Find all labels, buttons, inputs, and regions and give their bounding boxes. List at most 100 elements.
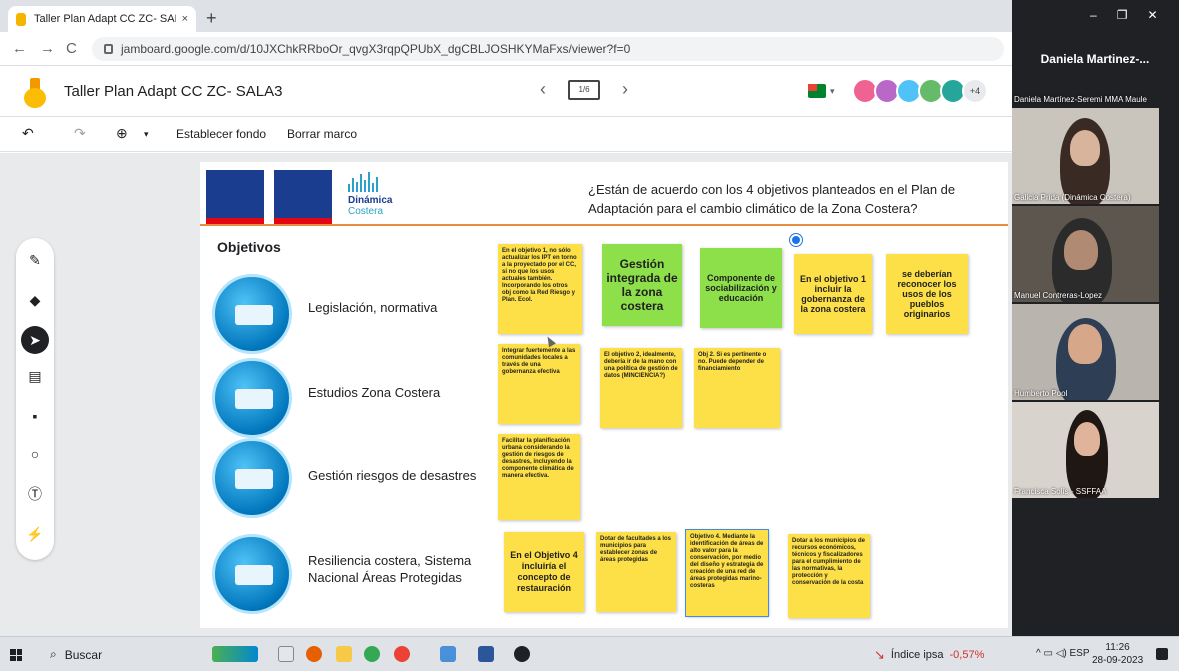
select-pointer-icon[interactable]: ➤ (21, 326, 49, 354)
set-background-button[interactable]: Establecer fondo (176, 127, 266, 141)
sticky-note[interactable]: Dotar a los municipios de recursos econó… (788, 534, 870, 618)
participant-face (1068, 324, 1102, 364)
participant-tile[interactable]: Francisca Solís - SSFFAA (1012, 402, 1159, 498)
shape-circle-icon[interactable]: ○ (25, 444, 45, 464)
sticky-note[interactable]: se deberían reconocer los usos de los pu… (886, 254, 968, 334)
zoom-icon[interactable]: ⊕ (116, 125, 128, 142)
dinamica-costera-logo: Dinámica Costera (348, 170, 408, 222)
word-icon[interactable] (478, 646, 494, 662)
clock[interactable]: 11:26 28-09-2023 (1092, 641, 1143, 667)
eraser-icon[interactable]: ◆ (25, 290, 45, 310)
sticky-note[interactable]: Gestión integrada de la zona costera (602, 244, 682, 326)
participant-tile[interactable]: Manuel Contreras-Lopez (1012, 206, 1159, 302)
trend-down-icon: ↘ (874, 647, 885, 662)
sticky-note[interactable]: En el objetivo 1, no sólo actualizar los… (498, 244, 582, 334)
task-view-icon[interactable] (278, 646, 294, 662)
back-arrow-icon[interactable]: ← (12, 40, 27, 57)
participant-face (1064, 230, 1098, 270)
objectives-heading: Objetivos (217, 239, 281, 255)
zoom-caret-icon[interactable]: ▾ (144, 129, 149, 140)
firefox-icon[interactable] (306, 646, 322, 662)
protected-area-icon (212, 534, 292, 614)
participant-face (1074, 422, 1100, 456)
file-explorer-icon[interactable] (336, 646, 352, 662)
forward-arrow-icon[interactable]: → (40, 40, 55, 57)
logo-name-line-2: Costera (348, 206, 384, 217)
toolbar: ↶ ↷ ⊕ ▾ Establecer fondo Borrar marco (0, 118, 1012, 152)
sticky-note[interactable]: Facilitar la planificación urbana consid… (498, 434, 580, 520)
clock-time: 11:26 (1105, 642, 1130, 653)
taskbar-search[interactable]: ⌕ Buscar (50, 647, 102, 662)
ipsa-label: Índice ipsa (890, 649, 944, 661)
participant-tile[interactable]: Humberto Pool (1012, 304, 1159, 400)
minimize-icon[interactable]: – (1090, 8, 1097, 22)
presenter-name: Daniela Martinez-... (1040, 52, 1150, 66)
media-player-icon[interactable] (514, 646, 530, 662)
tab-strip: Taller Plan Adapt CC ZC- SALA3 × + (0, 0, 1012, 32)
clock-date: 28-09-2023 (1092, 655, 1144, 666)
more-participants-badge: +4 (962, 78, 988, 104)
chrome-icon[interactable] (364, 646, 380, 662)
participant-name: Francisca Solís - SSFFAA (1014, 487, 1107, 496)
search-icon: ⌕ (50, 647, 57, 661)
system-tray[interactable]: ^ ▭ ◁) ESP (1036, 648, 1090, 659)
sticky-note[interactable]: Componente de sociabilización y educació… (700, 248, 782, 328)
laser-icon[interactable]: ⚡ (25, 524, 45, 544)
sticky-note[interactable]: Objetivo 4. Mediante la identificación d… (685, 529, 769, 617)
restore-icon[interactable]: ❐ (1117, 8, 1128, 22)
row-label: Resiliencia costera, Sistema Nacional Ár… (308, 553, 472, 585)
chrome-profile-icon[interactable] (394, 646, 410, 662)
jamboard-header: Taller Plan Adapt CC ZC- SALA3 ‹ 1/6 › ▾… (0, 67, 1012, 117)
browser-window: Taller Plan Adapt CC ZC- SALA3 × + ← → C… (0, 0, 1012, 636)
frame-counter: 1/6 (578, 85, 590, 94)
sticky-note[interactable]: Dotar de facultades a los municipios par… (596, 532, 676, 612)
ministry-environment-logo (274, 170, 332, 224)
reload-icon[interactable]: C (66, 40, 77, 57)
sticky-note[interactable]: Integrar fuertemente a las comunidades l… (498, 344, 580, 424)
row-label: Legislación, normativa (308, 300, 438, 315)
text-box-icon[interactable]: Ⓣ (25, 484, 45, 504)
participant-name: Humberto Pool (1014, 389, 1068, 398)
next-frame-icon[interactable]: › (622, 79, 628, 100)
notifications-icon[interactable] (1156, 648, 1168, 660)
windows-start-icon[interactable] (10, 649, 22, 661)
sticky-note[interactable]: Obj 2. Si es pertinente o no. Puede depe… (694, 348, 780, 428)
undo-icon[interactable]: ↶ (22, 125, 34, 142)
sticky-note[interactable]: En el objetivo 1 incluir la gobernanza d… (794, 254, 872, 334)
jamboard-logo-icon (24, 78, 48, 108)
frame-selector-button[interactable]: 1/6 (568, 79, 600, 100)
row-label: Gestión riesgos de desastres (308, 468, 477, 483)
close-tab-icon[interactable]: × (182, 13, 188, 25)
frame-pager: ‹ 1/6 › (540, 79, 628, 100)
app-icon[interactable] (440, 646, 456, 662)
url-field[interactable]: jamboard.google.com/d/10JXChkRRboOr_qvgX… (92, 37, 1004, 61)
logo-name-line-1: Dinámica (348, 195, 393, 206)
lock-icon (104, 44, 113, 54)
slide-header: Dinámica Costera ¿Están de acuerdo con l… (200, 162, 1008, 226)
stock-widget[interactable]: ↘ Índice ipsa -0,57% (874, 647, 984, 663)
new-tab-button[interactable]: + (206, 8, 217, 29)
redo-icon[interactable]: ↷ (74, 125, 86, 142)
clear-frame-button[interactable]: Borrar marco (287, 127, 357, 141)
participant-face (1070, 130, 1100, 166)
jam-frame[interactable]: Dinámica Costera ¿Están de acuerdo con l… (200, 162, 1008, 628)
pen-icon[interactable]: ✎ (25, 250, 45, 270)
browser-tab[interactable]: Taller Plan Adapt CC ZC- SALA3 × (8, 6, 196, 32)
meet-button[interactable]: ▾ (808, 81, 842, 101)
close-window-icon[interactable]: ✕ (1147, 8, 1157, 22)
storm-risk-icon (212, 438, 292, 518)
participant-avatars[interactable]: +4 (852, 78, 988, 104)
previous-frame-icon[interactable]: ‹ (540, 79, 546, 100)
participant-tile[interactable]: Galicia Prida (Dinámica Costera) (1012, 108, 1159, 204)
window-controls: – ❐ ✕ (1090, 8, 1158, 22)
participant-name: Manuel Contreras-Lopez (1014, 291, 1103, 300)
participant-name: Daniela Martínez-Seremi MMA Maule (1014, 95, 1147, 104)
participant-tile[interactable]: Daniela Martínez-Seremi MMA Maule (1012, 92, 1159, 106)
sticky-note[interactable]: El objetivo 2, idealmente, debería ir de… (600, 348, 682, 428)
sticky-note[interactable]: En el Objetivo 4 incluiría el concepto d… (504, 532, 584, 612)
sticky-note-icon[interactable]: ▤ (25, 366, 45, 386)
document-title[interactable]: Taller Plan Adapt CC ZC- SALA3 (64, 83, 282, 100)
image-icon[interactable]: ▪ (25, 406, 45, 426)
weather-widget-icon[interactable] (212, 646, 258, 662)
url-text: jamboard.google.com/d/10JXChkRRboOr_qvgX… (121, 42, 631, 56)
